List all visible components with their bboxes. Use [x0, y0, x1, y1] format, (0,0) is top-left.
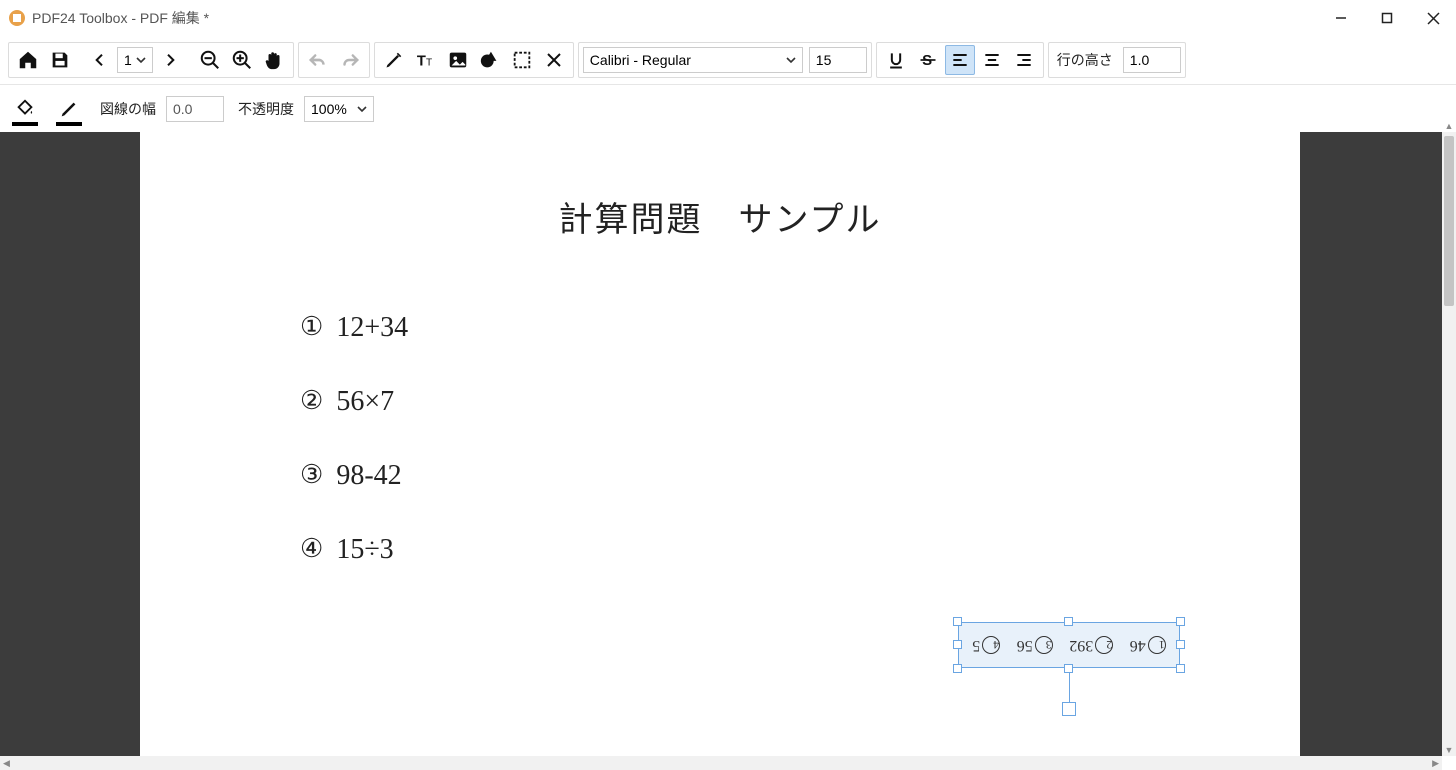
opacity-select[interactable]: 100% [304, 96, 374, 122]
scroll-up-arrow[interactable]: ▲ [1442, 120, 1456, 132]
minimize-button[interactable] [1318, 2, 1364, 34]
app-icon [8, 9, 26, 27]
document-title: 計算問題 サンプル [140, 192, 1300, 241]
horizontal-scrollbar[interactable]: ◀▶ [0, 756, 1442, 770]
scroll-thumb[interactable] [1444, 136, 1454, 306]
vertical-scrollbar[interactable] [1442, 132, 1456, 756]
opacity-label: 不透明度 [238, 99, 294, 119]
problem-row: ① 12+34 [300, 312, 408, 344]
font-name: Calibri - Regular [590, 52, 691, 68]
problem-row: ② 56×7 [300, 386, 408, 418]
prev-page-icon[interactable] [85, 45, 115, 75]
line-height-label: 行の高さ [1057, 50, 1113, 70]
rotation-stem [1069, 672, 1070, 706]
pdf-page[interactable]: 計算問題 サンプル ① 12+34 ② 56×7 ③ 98-42 ④ 15÷3 … [140, 132, 1300, 756]
save-icon[interactable] [45, 45, 75, 75]
resize-handle[interactable] [953, 640, 962, 649]
stroke-color-icon[interactable] [52, 92, 86, 126]
rotated-answers-text: 146 2392 356 45 [958, 622, 1180, 668]
resize-handle[interactable] [953, 617, 962, 626]
strikethrough-icon[interactable]: S [913, 45, 943, 75]
title-bar: PDF24 Toolbox - PDF 編集 * [0, 0, 1456, 36]
problem-row: ③ 98-42 [300, 460, 408, 492]
selected-text-object[interactable]: 146 2392 356 45 [958, 622, 1180, 668]
align-center-icon[interactable] [977, 45, 1007, 75]
resize-handle[interactable] [1176, 640, 1185, 649]
shape-tool-icon[interactable] [475, 45, 505, 75]
window-title: PDF24 Toolbox - PDF 編集 * [32, 8, 209, 28]
close-button[interactable] [1410, 2, 1456, 34]
scroll-left-arrow[interactable]: ◀ [3, 758, 10, 769]
image-tool-icon[interactable] [443, 45, 473, 75]
hand-pan-icon[interactable] [259, 45, 289, 75]
resize-handle[interactable] [953, 664, 962, 673]
page-select[interactable]: 1 [117, 47, 153, 73]
resize-handle[interactable] [1176, 617, 1185, 626]
align-right-icon[interactable] [1009, 45, 1039, 75]
fill-color-icon[interactable] [8, 92, 42, 126]
zoom-in-icon[interactable] [227, 45, 257, 75]
problem-list: ① 12+34 ② 56×7 ③ 98-42 ④ 15÷3 [300, 312, 408, 608]
rotation-handle[interactable] [1062, 702, 1076, 716]
scroll-right-arrow[interactable]: ▶ [1432, 758, 1439, 769]
resize-handle[interactable] [1064, 617, 1073, 626]
underline-icon[interactable] [881, 45, 911, 75]
main-toolbar: 1 TT Calibri - Regular 15 S 行の高さ 1.0 [0, 36, 1456, 85]
font-size-input[interactable]: 15 [809, 47, 867, 73]
zoom-out-icon[interactable] [195, 45, 225, 75]
linewidth-label: 図線の幅 [100, 99, 156, 119]
problem-row: ④ 15÷3 [300, 534, 408, 566]
page-number: 1 [124, 52, 132, 68]
resize-handle[interactable] [1176, 664, 1185, 673]
svg-text:T: T [417, 54, 426, 70]
delete-icon[interactable] [539, 45, 569, 75]
secondary-toolbar: 図線の幅 不透明度 100% [0, 85, 1456, 133]
undo-icon[interactable] [303, 45, 333, 75]
maximize-button[interactable] [1364, 2, 1410, 34]
line-height-input[interactable]: 1.0 [1123, 47, 1181, 73]
align-left-icon[interactable] [945, 45, 975, 75]
next-page-icon[interactable] [155, 45, 185, 75]
opacity-value: 100% [311, 101, 347, 117]
line-height-value: 1.0 [1130, 52, 1149, 68]
pencil-icon[interactable] [379, 45, 409, 75]
select-area-icon[interactable] [507, 45, 537, 75]
font-size: 15 [816, 52, 832, 68]
svg-text:T: T [426, 58, 432, 69]
home-icon[interactable] [13, 45, 43, 75]
font-select[interactable]: Calibri - Regular [583, 47, 803, 73]
text-tool-icon[interactable]: TT [411, 45, 441, 75]
document-canvas[interactable]: 計算問題 サンプル ① 12+34 ② 56×7 ③ 98-42 ④ 15÷3 … [0, 132, 1442, 756]
linewidth-input[interactable] [166, 96, 224, 122]
redo-icon[interactable] [335, 45, 365, 75]
scroll-down-arrow[interactable]: ▼ [1442, 744, 1456, 756]
